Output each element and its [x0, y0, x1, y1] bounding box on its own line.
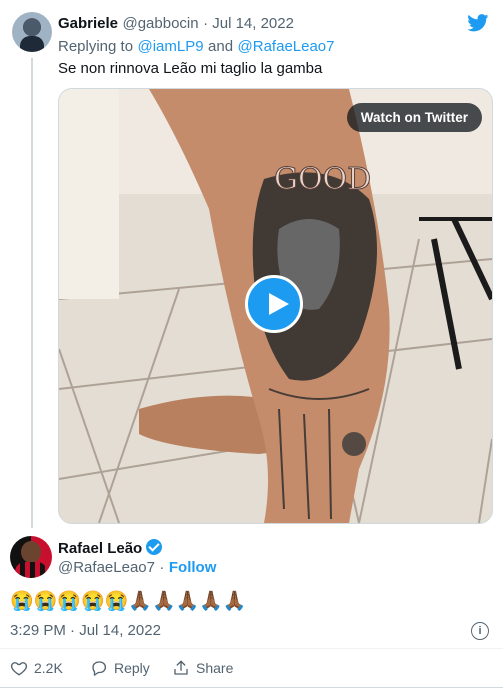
rafael-leao-avatar[interactable]	[10, 536, 52, 578]
tweet-date[interactable]: · Jul 14, 2022	[203, 15, 294, 32]
reply-action[interactable]: Reply	[90, 659, 150, 677]
author-name[interactable]: Rafael Leão	[58, 540, 142, 557]
gabriele-avatar[interactable]	[12, 12, 52, 52]
like-count: 2.2K	[34, 660, 63, 676]
mention-rafaeleao7[interactable]: @RafaeLeao7	[238, 38, 335, 55]
play-icon[interactable]	[245, 275, 303, 333]
replying-to-line: Replying to @iamLP9 and @RafaeLeao7	[58, 38, 335, 56]
divider	[0, 648, 503, 649]
author-name[interactable]: Gabriele	[58, 15, 118, 32]
verified-badge-icon	[146, 539, 163, 555]
watch-on-twitter-button[interactable]: Watch on Twitter	[346, 103, 482, 132]
tweet-timestamp[interactable]: 3:29 PM · Jul 14, 2022	[10, 622, 161, 639]
main-tweet-text: 😭😭😭😭😭🙏🏾🙏🏾🙏🏾🙏🏾🙏🏾	[10, 591, 247, 612]
main-author-line: Rafael Leão	[58, 539, 163, 558]
thread-connector-line	[31, 58, 33, 528]
replying-prefix: Replying to	[58, 38, 134, 55]
replying-and: and	[208, 38, 234, 55]
twitter-bird-icon[interactable]	[467, 14, 489, 32]
video-thumbnail[interactable]: GOOD Watch on Twitter	[58, 88, 493, 524]
share-action[interactable]: Share	[172, 659, 233, 677]
author-handle[interactable]: @RafaeLeao7	[58, 559, 155, 576]
share-label: Share	[196, 660, 234, 676]
separator-dot: ·	[159, 559, 165, 576]
reply-label: Reply	[114, 660, 150, 676]
follow-button[interactable]: Follow	[169, 559, 217, 576]
share-icon	[174, 660, 188, 675]
main-handle-line: @RafaeLeao7 · Follow	[58, 559, 216, 577]
reply-icon	[92, 661, 107, 676]
tattoo-lettering: GOOD	[274, 162, 371, 197]
bottom-border	[0, 687, 503, 688]
heart-icon	[10, 662, 28, 676]
like-action[interactable]: 2.2K	[10, 659, 63, 677]
mention-iamlp9[interactable]: @iamLP9	[138, 38, 204, 55]
author-handle[interactable]: @gabbocin	[122, 15, 198, 32]
reply-tweet-header: Gabriele @gabbocin · Jul 14, 2022	[58, 15, 294, 33]
reply-tweet-text: Se non rinnova Leão mi taglio la gamba	[58, 60, 323, 77]
info-icon[interactable]: i	[471, 622, 489, 640]
